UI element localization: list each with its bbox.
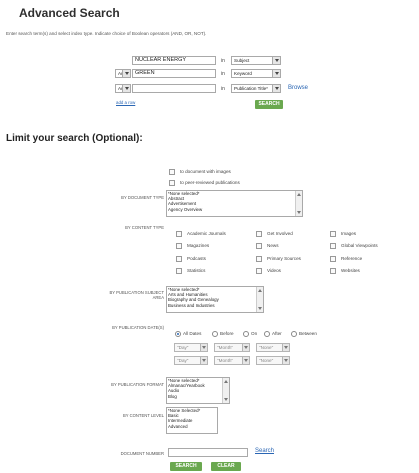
scrollbar[interactable] bbox=[295, 191, 302, 216]
on-radio[interactable] bbox=[243, 331, 249, 337]
content-type-checkbox[interactable] bbox=[256, 268, 262, 274]
content-type-option: Images bbox=[341, 231, 357, 236]
scrollbar[interactable] bbox=[256, 287, 263, 312]
list-item[interactable]: Business and Industries bbox=[167, 303, 263, 308]
content-type-label: BY CONTENT TYPE bbox=[125, 225, 164, 230]
search-term-3[interactable] bbox=[132, 84, 216, 93]
on-label: On bbox=[251, 331, 258, 336]
add-row-link[interactable]: add a row bbox=[116, 100, 135, 105]
content-level-label: BY CONTENT LEVEL bbox=[122, 413, 164, 418]
operator-select-3[interactable]: And bbox=[115, 84, 131, 93]
subject-area-label: BY PUBLICATION SUBJECT AREA bbox=[60, 290, 164, 300]
scrollbar[interactable] bbox=[222, 378, 229, 403]
content-type-checkbox[interactable] bbox=[256, 243, 262, 249]
search-button[interactable]: SEARCH bbox=[255, 100, 283, 109]
content-type-option: Magazines bbox=[187, 243, 210, 248]
content-type-option: Reference bbox=[341, 256, 363, 261]
content-type-option: Academic Journals bbox=[187, 231, 226, 236]
chevron-down-icon bbox=[272, 85, 280, 92]
document-type-label: BY DOCUMENT TYPE bbox=[121, 195, 164, 200]
in-label: in bbox=[221, 86, 225, 92]
chevron-down-icon bbox=[200, 357, 207, 364]
document-type-list[interactable]: *None selected* Abstract Advertisement A… bbox=[166, 190, 303, 217]
day-select-2[interactable]: "Day" bbox=[174, 356, 208, 365]
content-type-checkbox[interactable] bbox=[330, 256, 336, 262]
search-instructions: Enter search term(s) and select index ty… bbox=[6, 31, 207, 36]
images-checkbox-label: to document with images bbox=[180, 169, 231, 174]
month-select-2[interactable]: "Month" bbox=[214, 356, 250, 365]
content-type-option: Primary Sources bbox=[267, 256, 301, 261]
all-dates-label: All Dates bbox=[183, 331, 202, 336]
pub-format-label: BY PUBLICATION FORMAT bbox=[111, 382, 164, 387]
operator-select-2[interactable]: And bbox=[115, 69, 131, 78]
chevron-down-icon bbox=[282, 357, 289, 364]
peer-reviewed-checkbox-label: to peer-reviewed publications bbox=[180, 180, 240, 185]
images-checkbox[interactable] bbox=[169, 169, 175, 175]
page-title: Advanced Search bbox=[19, 6, 120, 20]
content-type-option: Get Involved bbox=[267, 231, 293, 236]
chevron-down-icon bbox=[200, 344, 207, 351]
content-type-checkbox[interactable] bbox=[176, 243, 182, 249]
content-type-checkbox[interactable] bbox=[176, 268, 182, 274]
after-radio[interactable] bbox=[264, 331, 270, 337]
day-select-1[interactable]: "Day" bbox=[174, 343, 208, 352]
chevron-down-icon bbox=[242, 344, 249, 351]
chevron-down-icon bbox=[122, 70, 130, 77]
month-select-1[interactable]: "Month" bbox=[214, 343, 250, 352]
content-type-checkbox[interactable] bbox=[176, 256, 182, 262]
content-type-checkbox[interactable] bbox=[330, 268, 336, 274]
clear-button[interactable]: CLEAR bbox=[211, 462, 241, 471]
between-radio[interactable] bbox=[291, 331, 297, 337]
pub-dates-label: BY PUBLICATION DATE(S) bbox=[112, 325, 164, 330]
search-term-1[interactable]: NUCLEAR ENERGY bbox=[132, 56, 216, 65]
pub-format-list[interactable]: *None selected* Almanac/Yearbook Audio B… bbox=[166, 377, 230, 404]
before-radio[interactable] bbox=[212, 331, 218, 337]
in-label: in bbox=[221, 71, 225, 77]
chevron-down-icon bbox=[122, 85, 130, 92]
chevron-down-icon bbox=[242, 357, 249, 364]
chevron-down-icon bbox=[272, 70, 280, 77]
year-select-1[interactable]: "None" bbox=[256, 343, 290, 352]
limit-section-title: Limit your search (Optional): bbox=[6, 133, 143, 144]
after-label: After bbox=[272, 331, 282, 336]
index-select-2[interactable]: Keyword bbox=[231, 69, 281, 78]
content-type-checkbox[interactable] bbox=[330, 243, 336, 249]
content-type-option: Videos bbox=[267, 268, 281, 273]
document-number-label: DOCUMENT NUMBER bbox=[120, 451, 164, 456]
peer-reviewed-checkbox[interactable] bbox=[169, 180, 175, 186]
year-select-2[interactable]: "None" bbox=[256, 356, 290, 365]
content-type-option: Websites bbox=[341, 268, 360, 273]
content-type-checkbox[interactable] bbox=[256, 231, 262, 237]
content-type-option: Podcasts bbox=[187, 256, 206, 261]
chevron-down-icon bbox=[272, 57, 280, 64]
document-number-search-link[interactable]: Search bbox=[255, 448, 274, 454]
search-term-2[interactable]: GREEN bbox=[132, 69, 216, 78]
all-dates-radio[interactable] bbox=[175, 331, 181, 337]
list-item[interactable]: Blog bbox=[167, 394, 229, 399]
content-type-checkbox[interactable] bbox=[176, 231, 182, 237]
index-select-3[interactable]: Publication Title* bbox=[231, 84, 281, 93]
document-number-input[interactable] bbox=[168, 448, 248, 457]
content-type-option: Statistics bbox=[187, 268, 206, 273]
between-label: Between bbox=[299, 331, 317, 336]
content-type-checkbox[interactable] bbox=[256, 256, 262, 262]
list-item[interactable]: Agency Overview bbox=[167, 207, 302, 212]
bottom-search-button[interactable]: SEARCH bbox=[170, 462, 202, 471]
subject-area-label-line: AREA bbox=[152, 295, 164, 300]
browse-link[interactable]: Browse bbox=[288, 85, 308, 91]
in-label: in bbox=[221, 58, 225, 64]
index-select-1[interactable]: Subject bbox=[231, 56, 281, 65]
subject-area-list[interactable]: *None selected* Arts and Humanities Biog… bbox=[166, 286, 264, 313]
before-label: Before bbox=[220, 331, 234, 336]
chevron-down-icon bbox=[282, 344, 289, 351]
content-type-checkbox[interactable] bbox=[330, 231, 336, 237]
content-level-list[interactable]: *None Selected* Basic Intermediate Advan… bbox=[166, 407, 218, 434]
content-type-option: Global Viewpoints bbox=[341, 243, 378, 248]
list-item[interactable]: Advanced bbox=[167, 424, 217, 429]
content-type-option: News bbox=[267, 243, 279, 248]
